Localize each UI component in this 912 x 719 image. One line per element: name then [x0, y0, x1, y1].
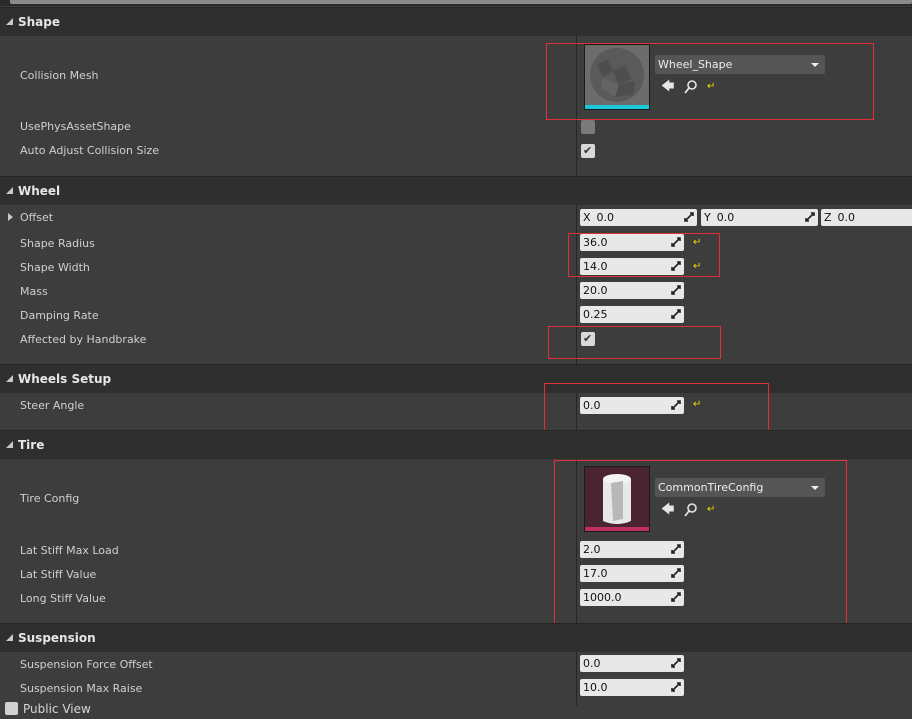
field-value: 0.0	[716, 211, 735, 224]
property-label: Auto Adjust Collision Size	[20, 144, 160, 157]
property-label: Long Stiff Value	[20, 592, 106, 605]
affected-by-handbrake-row: Affected by Handbrake ✔	[0, 327, 912, 361]
property-label: Offset	[20, 211, 54, 224]
highlight-box	[554, 460, 847, 636]
top-scrollbar-area	[0, 0, 912, 6]
property-label: Affected by Handbrake	[20, 333, 147, 346]
property-label: Damping Rate	[20, 309, 99, 322]
category-label: Shape	[18, 15, 61, 29]
highlight-box	[546, 43, 874, 120]
property-label: Steer Angle	[20, 399, 85, 412]
property-label: UsePhysAssetShape	[20, 120, 131, 133]
damping-rate-row: Damping Rate 0.25	[0, 303, 912, 327]
field-value: 10.0	[583, 681, 608, 694]
field-value: 0.0	[837, 211, 856, 224]
use-phys-asset-shape-checkbox[interactable]	[581, 120, 595, 134]
collapse-triangle-icon[interactable]	[6, 18, 13, 25]
axis-label: X	[583, 211, 591, 224]
property-label: Shape Radius	[20, 237, 95, 250]
suspension-force-offset-row: Suspension Force Offset 0.0	[0, 652, 912, 676]
auto-adjust-checkbox[interactable]: ✔	[581, 144, 595, 158]
use-phys-asset-shape-row: UsePhysAssetShape	[0, 117, 912, 141]
collapse-triangle-icon[interactable]	[6, 441, 13, 448]
field-value: 0.0	[596, 211, 615, 224]
offset-z-field[interactable]: Z 0.0	[821, 209, 912, 226]
property-label: Lat Stiff Max Load	[20, 544, 119, 557]
property-label: Suspension Max Raise	[20, 682, 143, 695]
expand-arrow-icon[interactable]	[8, 213, 13, 221]
collapse-triangle-icon[interactable]	[6, 187, 13, 194]
category-label: Tire	[18, 438, 45, 452]
category-label: Suspension	[18, 631, 96, 645]
collapse-triangle-icon[interactable]	[6, 634, 13, 641]
category-label: Wheel	[18, 184, 61, 198]
shape-width-row: Shape Width 14.0 ↵	[0, 255, 912, 279]
category-shape[interactable]: Shape	[0, 7, 912, 36]
suspension-max-raise-row: Suspension Max Raise 10.0	[0, 676, 912, 700]
drag-handle-icon[interactable]	[671, 285, 681, 295]
property-label: Suspension Force Offset	[20, 658, 153, 671]
category-wheels-setup[interactable]: Wheels Setup	[0, 364, 912, 393]
offset-x-field[interactable]: X 0.0	[580, 209, 697, 226]
field-value: 20.0	[583, 284, 608, 297]
shape-radius-row: Shape Radius 36.0 ↵	[0, 231, 912, 255]
drag-handle-icon[interactable]	[805, 212, 815, 222]
public-view-checkbox[interactable]	[5, 702, 18, 715]
field-value: 0.25	[583, 308, 608, 321]
property-label: Shape Width	[20, 261, 90, 274]
damping-rate-field[interactable]: 0.25	[580, 306, 684, 323]
property-label: Tire Config	[20, 492, 80, 505]
mass-row: Mass 20.0	[0, 279, 912, 303]
axis-label: Z	[824, 211, 832, 224]
highlight-box	[548, 326, 721, 359]
drag-handle-icon[interactable]	[671, 309, 681, 319]
offset-row: Offset X 0.0 Y 0.0 Z 0.0	[0, 206, 912, 230]
offset-y-field[interactable]: Y 0.0	[701, 209, 818, 226]
mass-field[interactable]: 20.0	[580, 282, 684, 299]
category-wheel[interactable]: Wheel	[0, 176, 912, 205]
public-view-label: Public View	[23, 702, 91, 716]
checkmark-icon: ✔	[583, 144, 593, 157]
property-label: Mass	[20, 285, 48, 298]
category-tire[interactable]: Tire	[0, 430, 912, 459]
highlight-box	[568, 233, 720, 277]
drag-handle-icon[interactable]	[671, 658, 681, 668]
drag-handle-icon[interactable]	[684, 212, 694, 222]
auto-adjust-row: Auto Adjust Collision Size ✔	[0, 141, 912, 165]
collapse-triangle-icon[interactable]	[6, 375, 13, 382]
horizontal-scrollbar[interactable]	[10, 0, 912, 4]
drag-handle-icon[interactable]	[671, 682, 681, 692]
property-label: Collision Mesh	[20, 69, 99, 82]
suspension-max-raise-field[interactable]: 10.0	[580, 679, 684, 696]
field-value: 0.0	[583, 657, 601, 670]
category-label: Wheels Setup	[18, 372, 112, 386]
steer-angle-row: Steer Angle 0.0 ↵	[0, 393, 912, 429]
axis-label: Y	[704, 211, 711, 224]
property-label: Lat Stiff Value	[20, 568, 97, 581]
suspension-force-offset-field[interactable]: 0.0	[580, 655, 684, 672]
category-suspension[interactable]: Suspension	[0, 623, 912, 652]
